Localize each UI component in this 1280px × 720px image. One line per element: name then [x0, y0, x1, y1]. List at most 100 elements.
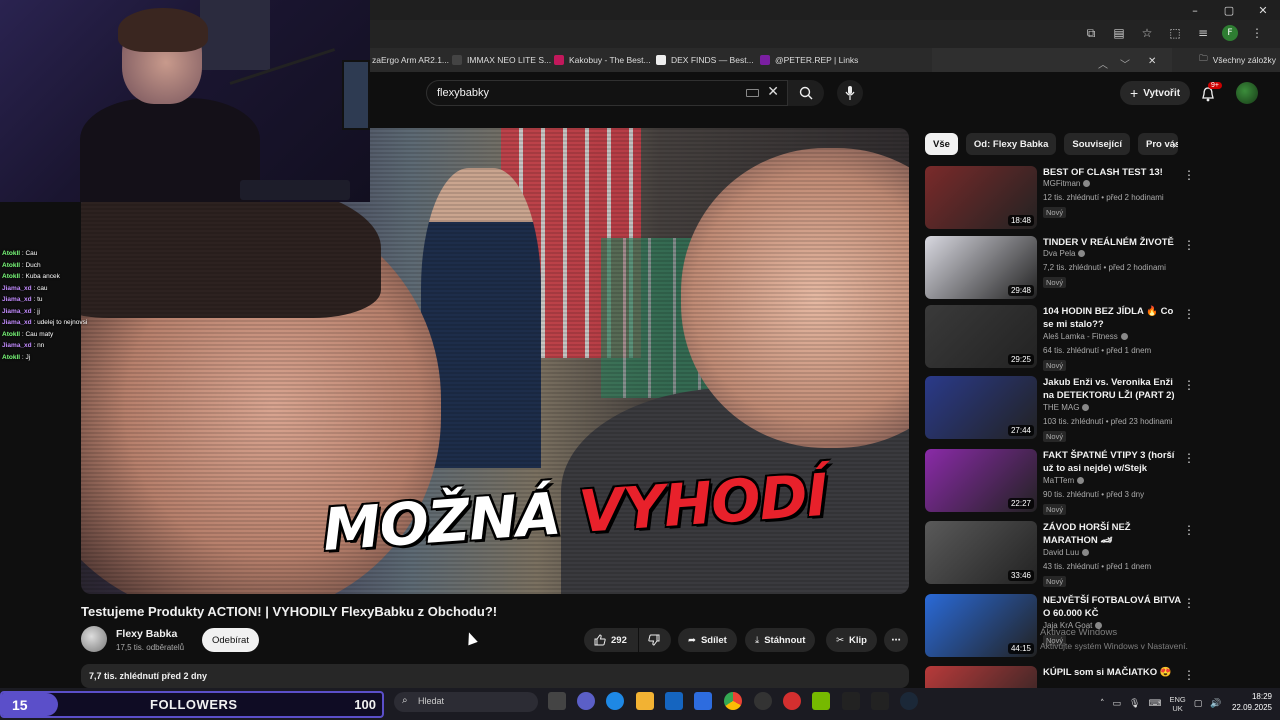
task-view-icon[interactable] — [548, 692, 566, 710]
related-video[interactable]: 29:48 TINDER V REÁLNÉM ŽIVOTĚ Dva Pela 7,2 … — [925, 236, 1205, 300]
menu-dots-icon[interactable]: ⋮ — [1248, 24, 1266, 42]
share-button[interactable]: ➦ Sdílet — [678, 628, 737, 652]
find-close-icon[interactable]: ✕ — [1148, 56, 1156, 67]
taskbar-clock[interactable]: 18:29 22.09.2025 — [1222, 691, 1272, 713]
network-icon[interactable]: ▢ — [1194, 699, 1203, 709]
channel-avatar[interactable] — [81, 626, 107, 652]
more-options-icon[interactable]: ⋮ — [1183, 451, 1195, 465]
app-icon[interactable] — [783, 692, 801, 710]
tray-app-icon[interactable]: ▭ — [1113, 699, 1122, 709]
related-channel[interactable]: Dva Pela — [1043, 249, 1086, 258]
chip-all[interactable]: Vše — [925, 133, 958, 155]
search-button[interactable] — [788, 80, 824, 106]
chevron-right-icon[interactable]: › — [1172, 138, 1177, 152]
related-channel[interactable]: Aleš Lamka - Fitness — [1043, 332, 1128, 341]
subscribe-button[interactable]: Odebírat — [202, 628, 259, 652]
related-title[interactable]: ZÁVOD HORŠÍ NEŽ MARATHON 🏎 — [1043, 522, 1183, 547]
related-title[interactable]: FAKT ŠPATNÉ VTIPY 3 (horší už to asi nej… — [1043, 450, 1183, 475]
related-title[interactable]: 104 HODIN BEZ JÍDLA 🔥 Co se mi stalo?? — [1043, 306, 1183, 331]
find-prev-icon[interactable]: ︿ — [1098, 56, 1108, 71]
steam-icon[interactable] — [900, 692, 918, 710]
reader-icon[interactable]: ▤ — [1110, 24, 1128, 42]
clear-search-icon[interactable]: ✕ — [767, 84, 779, 100]
chat-message: Jiama_xd : jj — [2, 306, 102, 318]
find-next-icon[interactable]: ﹀ — [1120, 56, 1130, 71]
more-options-icon[interactable]: ⋮ — [1183, 596, 1195, 610]
cast-icon[interactable]: ⧉ — [1082, 24, 1100, 42]
video-thumbnail[interactable]: 29:25 — [925, 305, 1037, 368]
related-video[interactable]: 27:44 Jakub Enži vs. Veronika Enži na DET… — [925, 376, 1205, 442]
dislike-button[interactable] — [639, 628, 671, 652]
download-button[interactable]: ⤓ Stáhnout — [745, 628, 816, 652]
related-video[interactable]: 29:25 104 HODIN BEZ JÍDLA 🔥 Co se mi stal… — [925, 305, 1205, 371]
mail-icon[interactable] — [665, 692, 683, 710]
bookmark-item[interactable]: @PETER.REP | Links — [760, 53, 858, 67]
more-options-icon[interactable]: ⋮ — [1183, 378, 1195, 392]
nvidia-icon[interactable] — [812, 692, 830, 710]
keyboard-tray-icon[interactable]: ⌨ — [1148, 699, 1161, 709]
language-indicator[interactable]: ENG UK — [1169, 695, 1185, 713]
related-title[interactable]: TINDER V REÁLNÉM ŽIVOTĚ — [1043, 237, 1183, 250]
epic-games-icon[interactable] — [842, 692, 860, 710]
related-title[interactable]: Jakub Enži vs. Veronika Enži na DETEKTOR… — [1043, 377, 1183, 402]
bookmark-item[interactable]: Kakobuy - The Best... — [554, 53, 651, 67]
obs-icon[interactable] — [754, 692, 772, 710]
tray-chevron-icon[interactable]: ˄ — [1100, 699, 1105, 709]
video-thumbnail[interactable]: 29:48 — [925, 236, 1037, 299]
extensions-icon[interactable]: ⬚ — [1166, 24, 1184, 42]
maximize-icon[interactable]: ▢ — [1212, 0, 1246, 20]
related-channel[interactable]: THE MAG — [1043, 403, 1090, 412]
store-icon[interactable] — [694, 692, 712, 710]
voice-search-button[interactable] — [837, 80, 863, 106]
related-video[interactable]: 22:27 FAKT ŠPATNÉ VTIPY 3 (horší už to as… — [925, 449, 1205, 515]
related-title[interactable]: BEST OF CLASH TEST 13! — [1043, 167, 1183, 180]
account-avatar[interactable] — [1236, 82, 1258, 104]
chip-from-channel[interactable]: Od: Flexy Babka — [965, 133, 1057, 155]
video-thumbnail[interactable]: 44:15 — [925, 594, 1037, 657]
more-dots-icon: ⋯ — [891, 634, 901, 646]
bookmark-item[interactable]: IMMAX NEO LITE S... — [452, 53, 551, 67]
video-thumbnail[interactable]: 18:48 — [925, 166, 1037, 229]
video-thumbnail[interactable]: 22:27 — [925, 449, 1037, 512]
file-explorer-icon[interactable] — [636, 692, 654, 710]
more-options-icon[interactable]: ⋮ — [1183, 668, 1195, 682]
taskbar-search[interactable]: ⌕ Hledat — [394, 692, 538, 712]
related-video[interactable]: 33:46 ZÁVOD HORŠÍ NEŽ MARATHON 🏎 David Luu… — [925, 521, 1205, 587]
more-options-icon[interactable]: ⋮ — [1183, 523, 1195, 537]
keyboard-icon[interactable] — [746, 89, 759, 97]
search-query[interactable]: flexybabky — [437, 87, 489, 99]
minimize-icon[interactable]: – — [1178, 0, 1212, 20]
like-button[interactable]: 292 — [584, 628, 638, 652]
bookmark-item[interactable]: zaErgo Arm AR2.1... — [372, 53, 449, 67]
clip-button[interactable]: ✂ Klip — [826, 628, 877, 652]
more-actions-button[interactable]: ⋯ — [884, 628, 908, 652]
description-box[interactable]: 7,7 tis. zhlédnutí před 2 dny — [81, 664, 909, 688]
chip-related[interactable]: Související — [1064, 133, 1130, 155]
profile-avatar[interactable]: F — [1222, 25, 1238, 41]
related-title[interactable]: NEJVĚTŠÍ FOTBALOVÁ BITVA O 60.000 KČ — [1043, 595, 1183, 620]
search-input[interactable]: flexybabky ✕ — [426, 80, 788, 106]
more-options-icon[interactable]: ⋮ — [1183, 307, 1195, 321]
close-window-icon[interactable]: ✕ — [1246, 0, 1280, 20]
video-thumbnail[interactable]: 27:44 — [925, 376, 1037, 439]
related-channel[interactable]: MaTTem — [1043, 476, 1085, 485]
edge-icon[interactable] — [606, 692, 624, 710]
more-options-icon[interactable]: ⋮ — [1183, 168, 1195, 182]
bookmark-item[interactable]: DEX FINDS — Best... — [656, 53, 754, 67]
related-video[interactable]: 18:48 BEST OF CLASH TEST 13! MGFitman 12 ti… — [925, 166, 1205, 230]
microphone-tray-icon[interactable]: 🎙 — [1129, 699, 1140, 709]
teams-icon[interactable] — [577, 692, 595, 710]
all-bookmarks-folder[interactable]: 🗀 Všechny záložky — [1199, 53, 1276, 67]
channel-name[interactable]: Flexy Babka — [116, 628, 177, 640]
related-channel[interactable]: MGFitman — [1043, 179, 1091, 188]
create-button[interactable]: + Vytvořit — [1120, 81, 1191, 105]
more-options-icon[interactable]: ⋮ — [1183, 238, 1195, 252]
related-title[interactable]: KÚPIL som si MAČIATKO 😍 — [1043, 667, 1183, 680]
epic-games-icon-2[interactable] — [871, 692, 889, 710]
chrome-icon[interactable] — [724, 692, 742, 710]
volume-icon[interactable]: 🔊 — [1210, 699, 1221, 709]
video-thumbnail[interactable]: 33:46 — [925, 521, 1037, 584]
bookmark-star-icon[interactable]: ☆ — [1138, 24, 1156, 42]
related-channel[interactable]: David Luu — [1043, 548, 1090, 557]
sidepanel-icon[interactable]: ≡ — [1194, 24, 1212, 42]
